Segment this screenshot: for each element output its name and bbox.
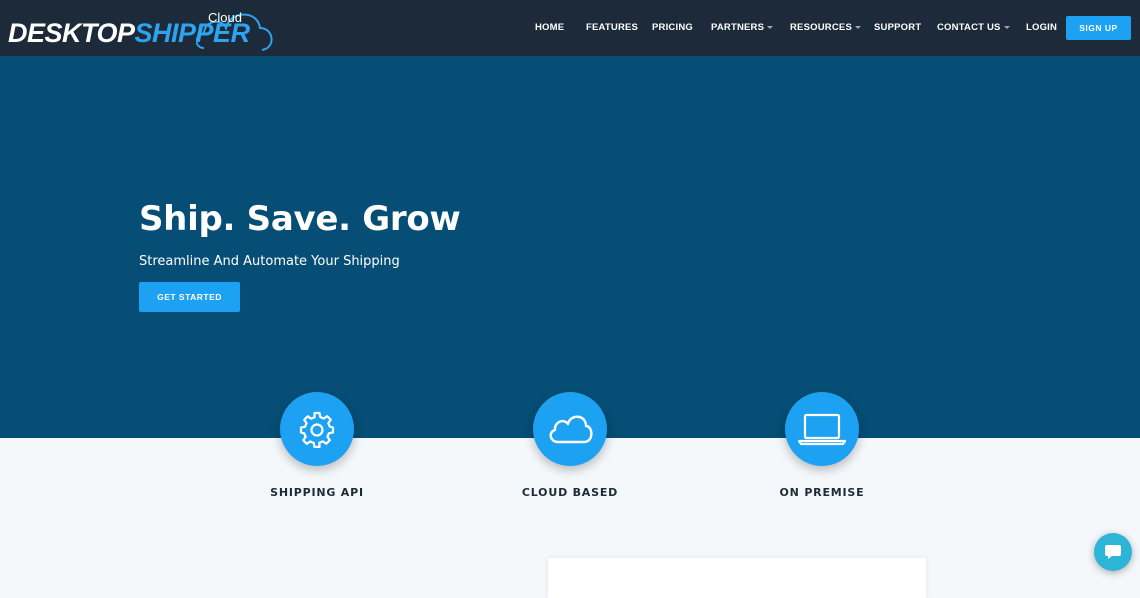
nav-features[interactable]: FEATURES (586, 22, 638, 33)
nav-home[interactable]: HOME (535, 22, 564, 33)
nav-home-label: HOME (535, 22, 565, 33)
nav-contact-us[interactable]: CONTACT US (937, 22, 1010, 33)
hero-title: Ship. Save. Grow (139, 199, 461, 239)
logo-desktop-text: DESKTOP (8, 18, 135, 48)
nav-login[interactable]: LOGIN (1026, 22, 1057, 33)
feature-on-premise[interactable]: ON PREMISE (737, 392, 907, 499)
nav-pricing[interactable]: PRICING (652, 22, 693, 33)
feature-circle (785, 392, 859, 466)
top-navbar: DESKTOPSHIPPER Cloud HOME FEATURES PRICI… (0, 0, 1140, 56)
nav-support-label: SUPPORT (874, 22, 922, 33)
feature-label: CLOUD BASED (521, 486, 619, 499)
desktopshipper-logo[interactable]: DESKTOPSHIPPER Cloud (8, 6, 273, 52)
gear-icon (299, 411, 335, 448)
laptop-icon (797, 413, 847, 446)
nav-support[interactable]: SUPPORT (874, 22, 921, 33)
nav-partners-label: PARTNERS (711, 22, 765, 33)
chevron-down-icon (1003, 25, 1010, 29)
feature-label: ON PREMISE (779, 486, 865, 499)
hero-section: Ship. Save. Grow Streamline And Automate… (0, 56, 1140, 438)
nav-contact-us-label: CONTACT US (937, 22, 1001, 33)
feature-shipping-api[interactable]: SHIPPING API (232, 392, 402, 499)
nav-resources[interactable]: RESOURCES (790, 22, 861, 33)
nav-partners[interactable]: PARTNERS (711, 22, 774, 33)
feature-circle (533, 392, 607, 466)
feature-cloud-based[interactable]: CLOUD BASED (485, 392, 655, 499)
chat-bubble-icon (1105, 545, 1121, 559)
nav-login-label: LOGIN (1026, 22, 1058, 33)
feature-label: SHIPPING API (270, 486, 364, 499)
feature-circle (280, 392, 354, 466)
nav-resources-label: RESOURCES (790, 22, 852, 33)
sign-up-button[interactable]: SIGN UP (1066, 16, 1131, 40)
get-started-button[interactable]: GET STARTED (139, 282, 240, 312)
chevron-down-icon (854, 25, 861, 29)
chat-widget-button[interactable] (1094, 533, 1132, 571)
nav-pricing-label: PRICING (652, 22, 693, 33)
hero-subtitle: Streamline And Automate Your Shipping (139, 254, 400, 269)
logo-cloud-text: Cloud (208, 10, 242, 25)
cloud-icon (549, 415, 593, 444)
nav-features-label: FEATURES (586, 22, 639, 33)
content-card (548, 558, 926, 598)
chevron-down-icon (767, 25, 774, 29)
